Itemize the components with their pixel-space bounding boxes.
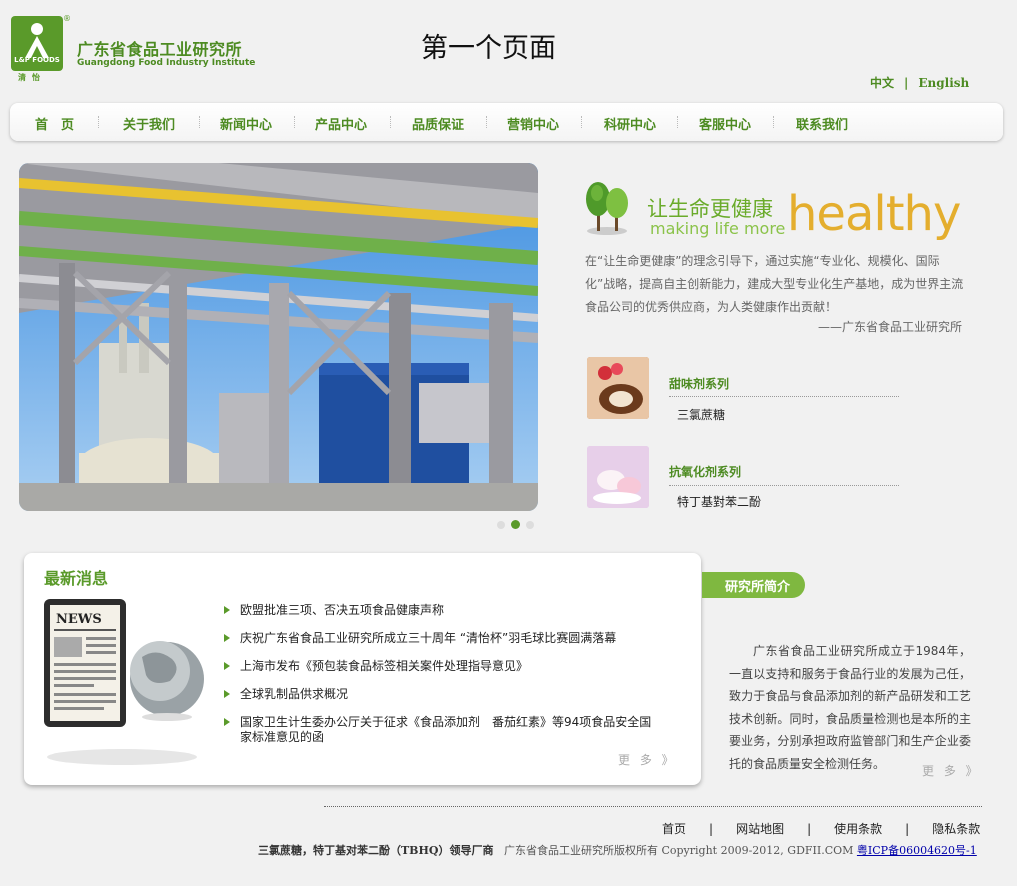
- logo-person-icon: [25, 23, 49, 58]
- lang-separator: |: [904, 76, 909, 90]
- footer-separator: |: [807, 822, 812, 836]
- about-tab[interactable]: 研究所简介: [702, 572, 805, 598]
- registered-mark: ®: [63, 14, 71, 23]
- product-title-antioxidant[interactable]: 抗氧化剂系列: [669, 463, 741, 480]
- intro-signature: ——广东省食品工业研究所: [818, 320, 963, 334]
- about-paragraph: 广东省食品工业研究所成立于1984年，一直以支持和服务于食品行业的发展为己任，致…: [729, 644, 971, 771]
- nav-divider: [773, 116, 775, 128]
- nav-divider: [486, 116, 488, 128]
- about-tab-label: 研究所简介: [725, 580, 791, 595]
- slider-dot-1[interactable]: [497, 521, 505, 529]
- product-image-sweetener[interactable]: [587, 357, 649, 419]
- language-switcher: 中文 | English: [870, 74, 969, 91]
- news-item[interactable]: 国家卫生计生委办公厅关于征求《食品添加剂 番茄红素》等94项食品安全国家标准意见…: [222, 715, 662, 745]
- nav-divider: [294, 116, 296, 128]
- footer-separator: |: [709, 822, 714, 836]
- nav-item-contact[interactable]: 联系我们: [796, 114, 848, 133]
- news-item[interactable]: 庆祝广东省食品工业研究所成立三十周年 “清怡杯”羽毛球比赛圆满落幕: [222, 631, 662, 646]
- nav-item-quality[interactable]: 品质保证: [412, 114, 464, 133]
- icp-link[interactable]: 粤ICP备06004620号-1: [857, 844, 977, 857]
- cake-icon: [587, 357, 649, 419]
- product-title-sweetener[interactable]: 甜味剂系列: [669, 375, 729, 392]
- footer-separator: |: [905, 822, 910, 836]
- news-more-link[interactable]: 更 多 》: [618, 751, 677, 768]
- product-divider: [669, 396, 899, 397]
- news-list: 欧盟批准三项、否决五项食品健康声称 庆祝广东省食品工业研究所成立三十周年 “清怡…: [222, 603, 662, 758]
- news-item[interactable]: 欧盟批准三项、否决五项食品健康声称: [222, 603, 662, 618]
- copyright-text: 广东省食品工业研究所版权所有 Copyright 2009-2012, GDFI…: [503, 844, 854, 857]
- nav-item-home[interactable]: 首 页: [35, 114, 74, 133]
- slogan-healthy: healthy: [787, 186, 961, 242]
- slogan-english: making life more: [650, 219, 786, 238]
- product-item-tbhq[interactable]: 特丁基對苯二酚: [677, 493, 761, 510]
- product-divider: [669, 485, 899, 486]
- main-nav: 首 页 关于我们 新闻中心 产品中心 品质保证 营销中心 科研中心 客服中心 联…: [10, 103, 1003, 141]
- nav-item-products[interactable]: 产品中心: [315, 114, 367, 133]
- logo[interactable]: L&P FOODS: [11, 16, 63, 71]
- nav-item-marketing[interactable]: 营销中心: [507, 114, 559, 133]
- slider-dot-2-active[interactable]: [511, 520, 520, 529]
- slider-dot-3[interactable]: [526, 521, 534, 529]
- footer-link-sitemap[interactable]: 网站地图: [736, 822, 784, 836]
- lang-chinese-link[interactable]: 中文: [870, 76, 894, 90]
- nav-item-news[interactable]: 新闻中心: [220, 114, 272, 133]
- news-tablet-globe-icon: NEWS: [44, 599, 204, 765]
- logo-brand: L&P FOODS: [14, 56, 60, 64]
- logo-subtitle: 清怡: [18, 73, 46, 82]
- news-panel: 最新消息 NEWS 欧盟批准三项、否决五项食品健康声称 庆祝广东省食品工业研究所…: [24, 553, 701, 785]
- nav-divider: [581, 116, 583, 128]
- brand-name-cn: 广东省食品工业研究所: [77, 40, 243, 59]
- footer-tagline: 三氯蔗糖，特丁基对苯二酚（TBHQ）领导厂商: [258, 844, 494, 857]
- nav-divider: [199, 116, 201, 128]
- nav-item-research[interactable]: 科研中心: [604, 114, 656, 133]
- news-item[interactable]: 全球乳制品供求概况: [222, 687, 662, 702]
- footer-links: 首页 | 网站地图 | 使用条款 | 隐私条款: [662, 820, 980, 837]
- nav-divider: [390, 116, 392, 128]
- footer-link-privacy[interactable]: 隐私条款: [932, 822, 980, 836]
- product-image-antioxidant[interactable]: [587, 446, 649, 508]
- nav-item-about[interactable]: 关于我们: [123, 114, 175, 133]
- brand-name-en: Guangdong Food Industry Institute: [77, 58, 256, 68]
- news-panel-title: 最新消息: [44, 569, 109, 588]
- intro-paragraph: 在“让生命更健康”的理念引导下，通过实施“专业化、规模化、国际化”战略，提高自主…: [585, 254, 964, 314]
- news-item[interactable]: 上海市发布《预包装食品标签相关案件处理指导意见》: [222, 659, 662, 674]
- svg-text:NEWS: NEWS: [56, 612, 102, 627]
- footer-link-terms[interactable]: 使用条款: [834, 822, 882, 836]
- nav-divider: [677, 116, 679, 128]
- tree-icon: [586, 182, 628, 235]
- dessert-icon: [587, 446, 649, 508]
- lang-english-link[interactable]: English: [918, 76, 969, 90]
- copyright-line: 三氯蔗糖，特丁基对苯二酚（TBHQ）领导厂商 广东省食品工业研究所版权所有 Co…: [258, 842, 977, 858]
- product-item-sucralose[interactable]: 三氯蔗糖: [677, 406, 725, 423]
- banner-slide-image[interactable]: [19, 163, 538, 511]
- factory-photo: [19, 163, 538, 511]
- nav-item-service[interactable]: 客服中心: [699, 114, 751, 133]
- nav-divider: [98, 116, 100, 128]
- page-title: 第一个页面: [421, 33, 556, 64]
- about-more-link[interactable]: 更 多 》: [922, 762, 981, 779]
- footer-link-home[interactable]: 首页: [662, 822, 686, 836]
- footer-divider: [324, 806, 982, 807]
